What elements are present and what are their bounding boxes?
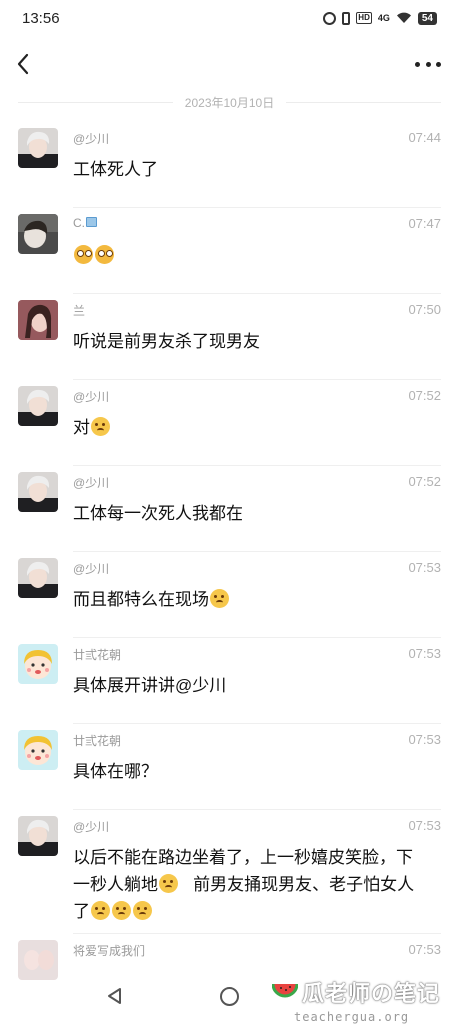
avatar[interactable] bbox=[18, 472, 58, 512]
message-time: 07:53 bbox=[408, 818, 441, 833]
message-time: 07:44 bbox=[408, 130, 441, 145]
message-list[interactable]: @少川 07:44 工体死人了 C. 07:47 兰 07:50 听说是前男友杀… bbox=[0, 122, 459, 1020]
message-item[interactable]: @少川 07:53 而且都特么在现场 bbox=[0, 552, 459, 638]
sender-name[interactable]: @少川 bbox=[73, 560, 109, 577]
message-time: 07:50 bbox=[408, 302, 441, 317]
message-item[interactable]: 兰 07:50 听说是前男友杀了现男友 bbox=[0, 294, 459, 380]
sender-name[interactable]: @少川 bbox=[73, 388, 109, 405]
sender-name[interactable]: 将爱写成我们 bbox=[73, 942, 145, 959]
watermark-url: teachergua.org bbox=[294, 1010, 410, 1024]
more-dots-icon bbox=[425, 61, 431, 67]
battery-icon: 54 bbox=[417, 11, 437, 25]
message-item[interactable]: 廿弎花朝 07:53 具体在哪？ bbox=[0, 724, 459, 810]
avatar[interactable] bbox=[18, 128, 58, 168]
avatar[interactable] bbox=[18, 558, 58, 598]
message-text[interactable]: 听说是前男友杀了现男友 bbox=[73, 328, 429, 355]
status-icons: HD 4G 54 bbox=[323, 11, 437, 25]
message-item[interactable]: @少川 07:53 以后不能在路边坐着了，上一秒嬉皮笑脸，下一秒人躺地 前男友捅… bbox=[0, 810, 459, 934]
message-time: 07:53 bbox=[408, 942, 441, 957]
status-time: 13:56 bbox=[22, 9, 60, 27]
divider bbox=[18, 101, 173, 103]
divider bbox=[286, 101, 441, 103]
system-home-icon[interactable] bbox=[220, 987, 239, 1006]
message-item[interactable]: @少川 07:52 对 bbox=[0, 380, 459, 466]
message-time: 07:47 bbox=[408, 216, 441, 231]
avatar[interactable] bbox=[18, 214, 58, 254]
nav-bar bbox=[0, 44, 459, 84]
more-dots-icon bbox=[415, 61, 420, 67]
message-time: 07:52 bbox=[408, 474, 441, 489]
message-text[interactable]: 以后不能在路边坐着了，上一秒嬉皮笑脸，下一秒人躺地 前男友捅现男友、老子怕女人了 bbox=[73, 844, 429, 925]
wifi-icon bbox=[396, 12, 411, 23]
sender-name[interactable]: @少川 bbox=[73, 474, 109, 491]
message-item[interactable]: 廿弎花朝 07:53 具体展开讲讲@少川 bbox=[0, 638, 459, 724]
message-text[interactable]: 工体每一次死人我都在 bbox=[73, 500, 429, 527]
alarm-icon bbox=[323, 11, 337, 25]
grimace-emoji-icon bbox=[112, 901, 131, 920]
avatar[interactable] bbox=[18, 386, 58, 426]
message-item[interactable]: @少川 07:52 工体每一次死人我都在 bbox=[0, 466, 459, 552]
sender-name[interactable]: @少川 bbox=[73, 130, 109, 147]
grimace-emoji-icon bbox=[159, 874, 178, 893]
avatar[interactable] bbox=[18, 730, 58, 770]
message-time: 07:53 bbox=[408, 646, 441, 661]
back-button[interactable] bbox=[12, 50, 36, 78]
grimace-emoji-icon bbox=[133, 901, 152, 920]
cube-emoji-icon bbox=[86, 217, 97, 227]
sender-name[interactable]: 廿弎花朝 bbox=[73, 732, 121, 749]
avatar[interactable] bbox=[18, 644, 58, 684]
message-time: 07:53 bbox=[408, 732, 441, 747]
watermelon-logo-icon bbox=[272, 983, 298, 998]
message-text[interactable]: 具体展开讲讲@少川 bbox=[73, 672, 429, 699]
flushed-emoji-icon bbox=[74, 245, 93, 264]
flushed-emoji-icon bbox=[95, 245, 114, 264]
hd-icon: HD bbox=[356, 12, 372, 24]
grimace-emoji-icon bbox=[91, 417, 110, 436]
vibrate-icon bbox=[342, 11, 351, 25]
avatar[interactable] bbox=[18, 816, 58, 856]
message-text[interactable] bbox=[73, 242, 429, 269]
signal-icon: 4G bbox=[377, 13, 390, 23]
sender-name[interactable]: C. bbox=[73, 216, 97, 230]
grimace-emoji-icon bbox=[91, 901, 110, 920]
system-back-icon[interactable] bbox=[105, 986, 125, 1006]
avatar[interactable] bbox=[18, 300, 58, 340]
more-button[interactable] bbox=[415, 52, 441, 76]
grimace-emoji-icon bbox=[210, 589, 229, 608]
message-text[interactable]: 对 bbox=[73, 414, 429, 441]
sender-name[interactable]: @少川 bbox=[73, 818, 109, 835]
watermark-title: 瓜老师の笔记 bbox=[302, 981, 441, 1006]
status-bar: 13:56 HD 4G 54 bbox=[0, 0, 459, 36]
message-item[interactable]: @少川 07:44 工体死人了 bbox=[0, 122, 459, 208]
date-label: 2023年10月10日 bbox=[184, 95, 275, 110]
message-text[interactable]: 而且都特么在现场 bbox=[73, 586, 429, 613]
message-text-content: 而且都特么在现场 bbox=[73, 590, 209, 609]
more-dots-icon bbox=[436, 61, 441, 67]
message-text[interactable]: 具体在哪？ bbox=[73, 758, 429, 785]
sender-name[interactable]: 兰 bbox=[73, 302, 85, 319]
chevron-left-icon bbox=[17, 53, 29, 75]
message-text-content: 对 bbox=[73, 418, 90, 437]
system-nav-bar: 瓜老师の笔记 teachergua.org bbox=[0, 968, 459, 1024]
sender-name[interactable]: 廿弎花朝 bbox=[73, 646, 121, 663]
date-separator: 2023年10月10日 bbox=[18, 92, 441, 112]
sender-name-text: C. bbox=[73, 216, 85, 230]
message-item[interactable]: C. 07:47 bbox=[0, 208, 459, 294]
message-time: 07:53 bbox=[408, 560, 441, 575]
message-text[interactable]: 工体死人了 bbox=[73, 156, 429, 183]
message-time: 07:52 bbox=[408, 388, 441, 403]
